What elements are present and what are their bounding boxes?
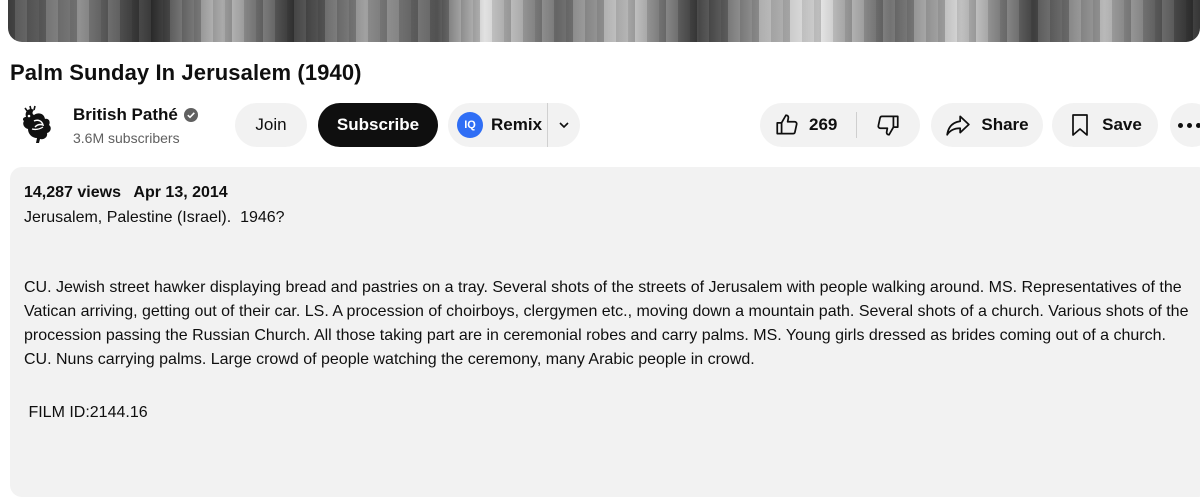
- more-actions-button[interactable]: [1170, 103, 1200, 147]
- remix-logo-icon: IQ: [457, 112, 483, 138]
- channel-name[interactable]: British Pathé: [73, 105, 178, 125]
- film-id: FILM ID:2144.16: [24, 401, 148, 425]
- thumbs-down-icon: [875, 112, 901, 138]
- rooster-logo-icon: [12, 103, 58, 149]
- remix-button[interactable]: IQ Remix: [448, 103, 580, 147]
- share-button[interactable]: Share: [931, 103, 1043, 147]
- like-count: 269: [809, 115, 837, 135]
- thumbs-up-icon: [774, 112, 800, 138]
- video-title: Palm Sunday In Jerusalem (1940): [10, 60, 362, 86]
- remix-label: Remix: [491, 115, 542, 135]
- subscribe-button[interactable]: Subscribe: [318, 103, 438, 147]
- bookmark-icon: [1068, 112, 1092, 138]
- channel-name-row[interactable]: British Pathé: [73, 105, 198, 125]
- like-dislike-group: 269: [760, 103, 920, 147]
- save-button[interactable]: Save: [1052, 103, 1158, 147]
- chevron-down-icon[interactable]: [556, 117, 572, 133]
- verified-check-icon: [184, 108, 198, 122]
- dislike-button[interactable]: [857, 103, 919, 147]
- subscribe-label: Subscribe: [337, 115, 419, 135]
- share-label: Share: [981, 115, 1028, 135]
- like-button[interactable]: 269: [760, 103, 856, 147]
- more-dots-icon: [1178, 123, 1200, 128]
- remix-divider: [547, 103, 548, 147]
- join-label: Join: [255, 115, 286, 135]
- share-arrow-icon: [945, 112, 971, 138]
- subscriber-count: 3.6M subscribers: [73, 130, 180, 146]
- description-body: CU. Jewish street hawker displaying brea…: [24, 276, 1196, 372]
- video-player-bottom[interactable]: [8, 0, 1200, 42]
- description-line: Jerusalem, Palestine (Israel). 1946?: [24, 206, 285, 230]
- upload-date: Apr 13, 2014: [133, 184, 227, 201]
- save-label: Save: [1102, 115, 1142, 135]
- join-button[interactable]: Join: [235, 103, 307, 147]
- description-meta: 14,287 views Apr 13, 2014: [24, 184, 228, 202]
- channel-avatar[interactable]: [12, 103, 58, 149]
- view-count: 14,287 views: [24, 184, 121, 201]
